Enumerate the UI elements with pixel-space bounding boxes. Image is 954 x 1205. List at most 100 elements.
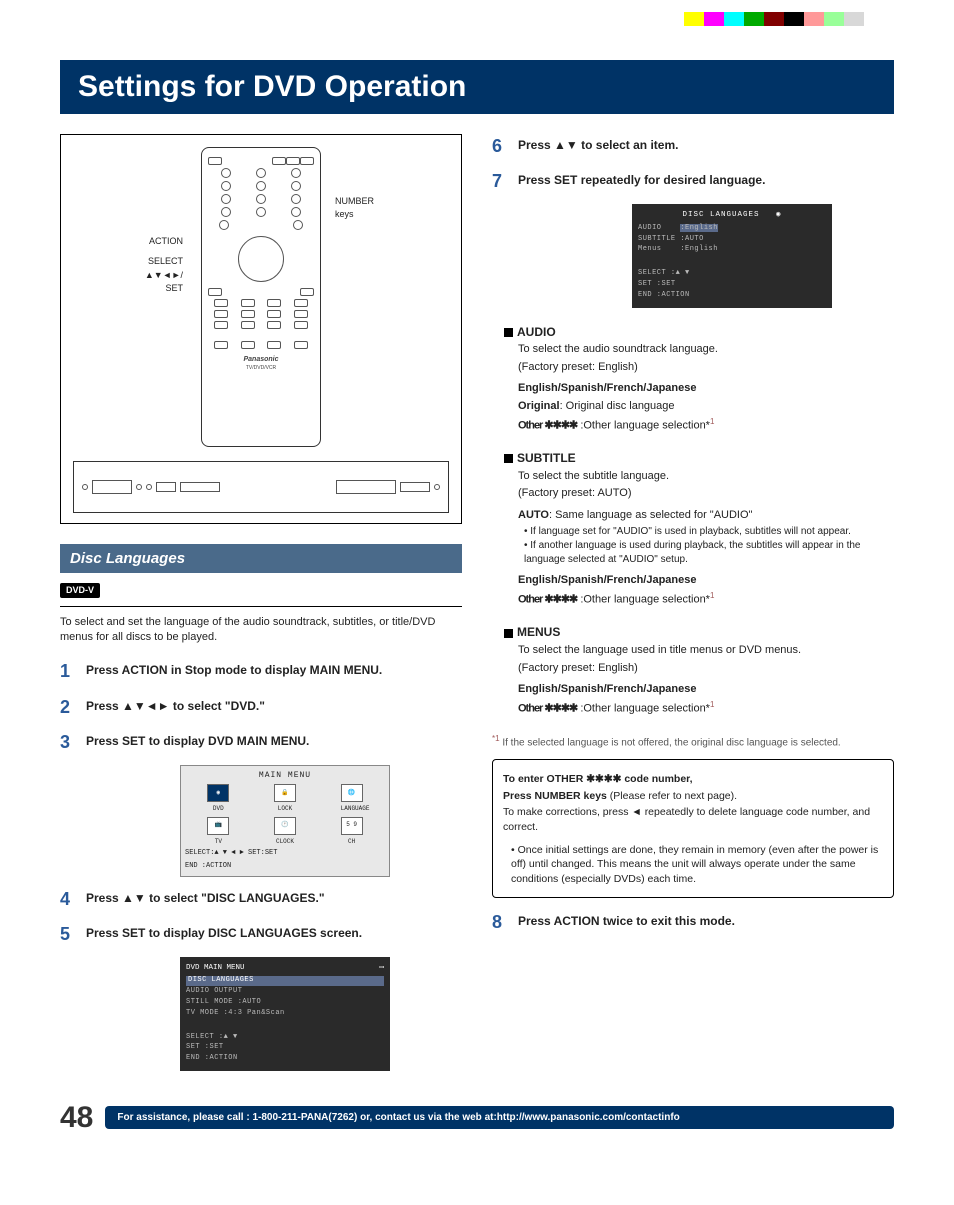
osd-footer: END :ACTION — [185, 862, 385, 872]
subtitle-heading: SUBTITLE — [517, 451, 576, 465]
remote-model: TV/DVD/VCR — [208, 365, 314, 372]
audio-other-label: Other ✱✱✱✱ — [518, 420, 577, 432]
note-line2a: Press NUMBER keys — [503, 790, 607, 802]
step-text: Press ▲▼◄► to select "DVD." — [86, 695, 265, 715]
audio-original-label: Original — [518, 400, 560, 412]
step-3: 3 Press SET to display DVD MAIN MENU. — [60, 730, 462, 755]
note-line1: To enter OTHER ✱✱✱✱ code number, — [503, 773, 693, 785]
step-text: Press ▲▼ to select "DISC LANGUAGES." — [86, 887, 325, 907]
step-text: Press ACTION in Stop mode to display MAI… — [86, 659, 382, 679]
remote-brand: Panasonic — [208, 355, 314, 365]
page-number: 48 — [60, 1101, 93, 1135]
step-text: Press ▲▼ to select an item. — [518, 134, 678, 154]
osd-line: TV MODE :4:3 Pan&Scan — [186, 1009, 384, 1019]
step-number: 2 — [60, 695, 76, 720]
menus-heading: MENUS — [517, 625, 560, 639]
page-title: Settings for DVD Operation — [60, 60, 894, 114]
step-number: 3 — [60, 730, 76, 755]
step-7: 7 Press SET repeatedly for desired langu… — [492, 169, 894, 194]
step-number: 5 — [60, 922, 76, 947]
step-6: 6 Press ▲▼ to select an item. — [492, 134, 894, 159]
section-audio: AUDIO To select the audio soundtrack lan… — [504, 324, 894, 434]
osd-dvd-main-menu: DVD MAIN MENU▭ DISC LANGUAGES AUDIO OUTP… — [180, 957, 390, 1071]
step-1: 1 Press ACTION in Stop mode to display M… — [60, 659, 462, 684]
osd-label: DVD — [207, 805, 229, 813]
osd-label: CH — [341, 838, 363, 846]
osd-line: STILL MODE :AUTO — [186, 998, 384, 1008]
footnote-1: *1 If the selected language is not offer… — [492, 733, 894, 750]
osd-line: SUBTITLE :AUTO — [638, 235, 826, 245]
section-subtitle: SUBTITLE To select the subtitle language… — [504, 450, 894, 608]
audio-preset: (Factory preset: English) — [518, 360, 894, 375]
osd-footer: END :ACTION — [638, 291, 826, 301]
footer-assistance: For assistance, please call : 1-800-211-… — [105, 1106, 894, 1129]
menus-desc: To select the language used in title men… — [518, 643, 894, 658]
osd-footer: SELECT :▲ ▼ — [186, 1033, 384, 1043]
subtitle-other-desc: :Other language selection* — [577, 594, 710, 606]
subtitle-options: English/Spanish/French/Japanese — [518, 574, 697, 586]
osd-label: CLOCK — [274, 838, 296, 846]
osd-line-highlighted: DISC LANGUAGES — [186, 976, 384, 986]
osd-line: Menus :English — [638, 245, 826, 255]
osd-icon-language: 🌐 — [341, 784, 363, 802]
audio-original-desc: : Original disc language — [560, 400, 675, 412]
step-number: 4 — [60, 887, 76, 912]
osd-icon-tv: 📺 — [207, 817, 229, 835]
label-arrows-set: ▲▼◄►/ SET — [73, 269, 183, 294]
osd-line: AUDIO OUTPUT — [186, 987, 384, 997]
step-4: 4 Press ▲▼ to select "DISC LANGUAGES." — [60, 887, 462, 912]
osd-footer: SET :SET — [638, 280, 826, 290]
intro-text: To select and set the language of the au… — [60, 615, 462, 646]
section-header-disc-languages: Disc Languages — [60, 544, 462, 573]
osd-icon-clock: 🕐 — [274, 817, 296, 835]
osd-title: DVD MAIN MENU▭ — [186, 963, 384, 974]
subtitle-auto-label: AUTO — [518, 509, 549, 521]
osd-title: MAIN MENU — [185, 770, 385, 781]
osd-label: TV — [207, 838, 229, 846]
step-text: Press ACTION twice to exit this mode. — [518, 910, 735, 930]
menus-other-label: Other ✱✱✱✱ — [518, 703, 577, 715]
note-bullet: Once initial settings are done, they rem… — [511, 843, 883, 887]
label-action: ACTION — [73, 235, 183, 248]
remote-and-vcr-illustration: ACTION SELECT ▲▼◄►/ SET NUMBER keys — [60, 134, 462, 524]
osd-icon-lock: 🔒 — [274, 784, 296, 802]
osd-label: LANGUAGE — [341, 805, 363, 813]
osd-disc-languages: DISC LANGUAGES ◉ AUDIO :English SUBTITLE… — [632, 204, 832, 307]
subtitle-bullet: If another language is used during playb… — [524, 539, 894, 567]
osd-icon-dvd: ◉ — [207, 784, 229, 802]
remote-control-illustration: Panasonic TV/DVD/VCR — [201, 147, 321, 447]
audio-desc: To select the audio soundtrack language. — [518, 342, 894, 357]
osd-title: DISC LANGUAGES ◉ — [638, 210, 826, 221]
step-5: 5 Press SET to display DISC LANGUAGES sc… — [60, 922, 462, 947]
menus-other-desc: :Other language selection* — [577, 703, 710, 715]
osd-main-menu: MAIN MENU ◉ 🔒 🌐 DVD LOCK LANGUAGE 📺 🕐 5 … — [180, 765, 390, 877]
step-number: 7 — [492, 169, 508, 194]
step-text: Press SET to display DISC LANGUAGES scre… — [86, 922, 362, 942]
osd-footer: SELECT:▲ ▼ ◄ ► SET:SET — [185, 849, 385, 859]
step-2: 2 Press ▲▼◄► to select "DVD." — [60, 695, 462, 720]
dvd-v-badge: DVD-V — [60, 583, 100, 598]
step-number: 1 — [60, 659, 76, 684]
audio-heading: AUDIO — [517, 325, 556, 339]
footnote-ref: 1 — [710, 591, 714, 600]
section-menus: MENUS To select the language used in tit… — [504, 624, 894, 717]
subtitle-preset: (Factory preset: AUTO) — [518, 486, 894, 501]
note-box: To enter OTHER ✱✱✱✱ code number, Press N… — [492, 759, 894, 898]
footnote-ref: 1 — [710, 417, 714, 426]
osd-line: AUDIO :English — [638, 224, 826, 234]
note-line2b: (Please refer to next page). — [607, 790, 737, 802]
vcr-unit-illustration — [73, 461, 449, 513]
osd-label: LOCK — [274, 805, 296, 813]
osd-icon-ch: 5 9 — [341, 817, 363, 835]
audio-other-desc: :Other language selection* — [577, 420, 710, 432]
subtitle-other-label: Other ✱✱✱✱ — [518, 594, 577, 606]
step-text: Press SET repeatedly for desired languag… — [518, 169, 765, 189]
footnote-ref: 1 — [710, 700, 714, 709]
step-8: 8 Press ACTION twice to exit this mode. — [492, 910, 894, 935]
note-line3: To make corrections, press ◄ repeatedly … — [503, 805, 883, 834]
menus-preset: (Factory preset: English) — [518, 661, 894, 676]
osd-footer: END :ACTION — [186, 1054, 384, 1064]
step-number: 8 — [492, 910, 508, 935]
menus-options: English/Spanish/French/Japanese — [518, 683, 697, 695]
audio-options: English/Spanish/French/Japanese — [518, 382, 697, 394]
